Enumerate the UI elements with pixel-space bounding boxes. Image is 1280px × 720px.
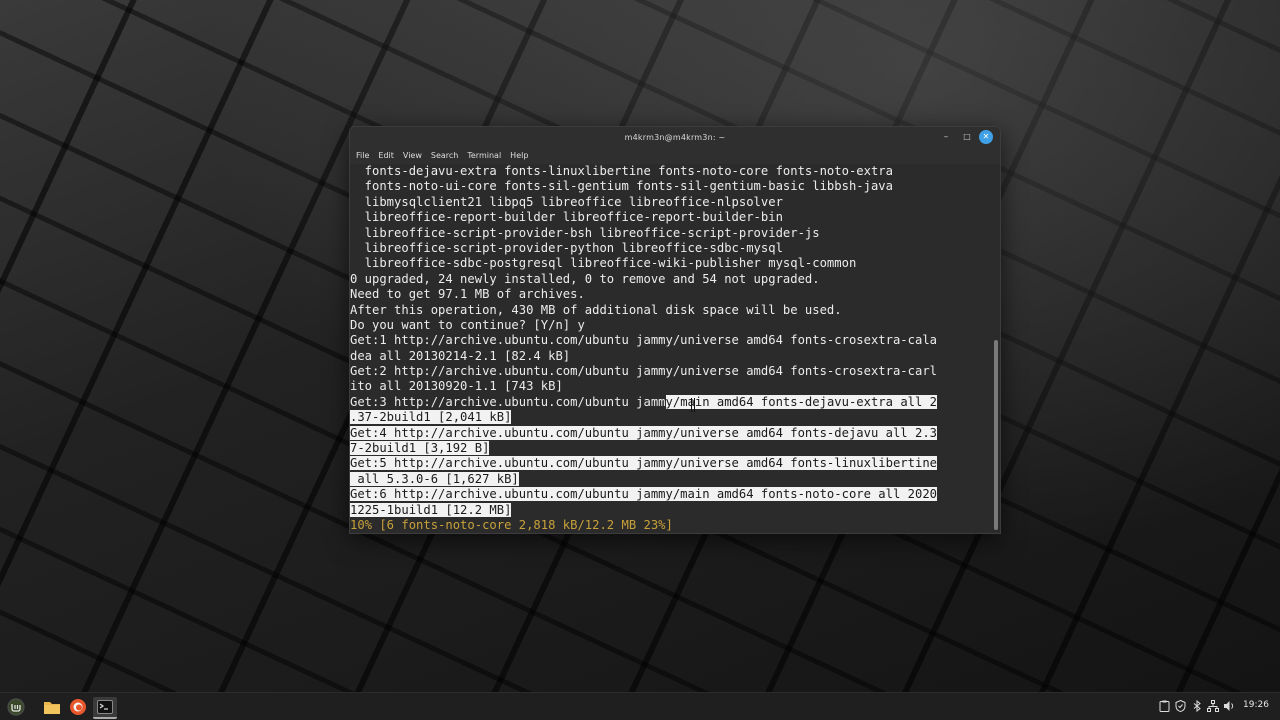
selected-text: y/main amd64 fonts-dejavu-extra all 2 [665, 394, 938, 409]
terminal-line: libreoffice-script-provider-bsh libreoff… [350, 226, 992, 241]
menu-bar: File Edit View Search Terminal Help [350, 147, 1000, 164]
menu-terminal[interactable]: Terminal [467, 151, 501, 160]
bluetooth-icon[interactable] [1190, 699, 1204, 713]
terminal-line: ito all 20130920-1.1 [743 kB] [350, 379, 992, 394]
selected-text: 1225-1build1 [12.2 MB] [350, 502, 512, 517]
terminal-line: Get:6 http://archive.ubuntu.com/ubuntu j… [350, 487, 992, 502]
terminal-window[interactable]: m4krm3n@m4krm3n: ~ – □ ✕ File Edit View … [349, 126, 1001, 534]
firefox-icon[interactable] [68, 697, 88, 717]
terminal-line: 7-2build1 [3,192 B] [350, 441, 992, 456]
menu-file[interactable]: File [356, 151, 369, 160]
clock[interactable]: 19:26 [1243, 700, 1269, 710]
output-text: fonts-dejavu-extra fonts-linuxlibertine … [350, 164, 893, 178]
text-cursor-icon [691, 398, 695, 412]
selected-text: .37-2build1 [2,041 kB] [350, 410, 512, 425]
selected-text: all 5.3.0-6 [1,627 kB] [350, 471, 519, 486]
selected-text: Get:6 http://archive.ubuntu.com/ubuntu j… [350, 487, 937, 502]
output-text: libreoffice-script-provider-python libre… [350, 240, 783, 255]
terminal-line: libreoffice-report-builder libreoffice-r… [350, 210, 992, 225]
close-button[interactable]: ✕ [979, 130, 993, 144]
terminal-line: Get:5 http://archive.ubuntu.com/ubuntu j… [350, 456, 992, 471]
output-text: libreoffice-script-provider-bsh libreoff… [350, 225, 820, 240]
window-title: m4krm3n@m4krm3n: ~ [624, 132, 726, 142]
terminal-line: Get:1 http://archive.ubuntu.com/ubuntu j… [350, 333, 992, 348]
output-text: libreoffice-report-builder libreoffice-r… [350, 210, 783, 225]
minimize-button[interactable]: – [939, 130, 953, 144]
network-icon[interactable] [1206, 699, 1220, 713]
output-text: Do you want to continue? [Y/n] y [350, 317, 585, 332]
selected-text: Get:5 http://archive.ubuntu.com/ubuntu j… [350, 456, 937, 471]
terminal-line: After this operation, 430 MB of addition… [350, 303, 992, 318]
progress-line: 10% [6 fonts-noto-core 2,818 kB/12.2 MB … [350, 518, 992, 533]
output-text: Need to get 97.1 MB of archives. [350, 287, 585, 302]
taskbar: 19:26 [0, 692, 1280, 720]
output-text: ito all 20130920-1.1 [743 kB] [350, 379, 563, 394]
terminal-line: all 5.3.0-6 [1,627 kB] [350, 471, 992, 487]
output-text: Get:1 http://archive.ubuntu.com/ubuntu j… [350, 333, 937, 348]
output-text: libreoffice-sdbc-postgresql libreoffice-… [350, 256, 857, 271]
terminal-line: 0 upgraded, 24 newly installed, 0 to rem… [350, 272, 992, 287]
output-text: fonts-noto-ui-core fonts-sil-gentium fon… [350, 179, 893, 194]
terminal-line: Get:4 http://archive.ubuntu.com/ubuntu j… [350, 425, 992, 441]
output-text: libmysqlclient21 libpq5 libreoffice libr… [350, 194, 783, 209]
menu-edit[interactable]: Edit [378, 151, 394, 160]
maximize-button[interactable]: □ [960, 130, 974, 144]
clipboard-icon[interactable] [1157, 699, 1171, 713]
selected-text: 7-2build1 [3,192 B] [350, 441, 490, 456]
title-bar[interactable]: m4krm3n@m4krm3n: ~ – □ ✕ [350, 127, 1000, 147]
terminal-line: libreoffice-script-provider-python libre… [350, 241, 992, 256]
terminal-line: Do you want to continue? [Y/n] y [350, 318, 992, 333]
output-text: Get:3 http://archive.ubuntu.com/ubuntu j… [350, 394, 666, 409]
scrollbar-thumb[interactable] [994, 340, 998, 530]
terminal-line: fonts-noto-ui-core fonts-sil-gentium fon… [350, 179, 992, 194]
terminal-line: fonts-dejavu-extra fonts-linuxlibertine … [350, 164, 992, 179]
output-text: 10% [6 fonts-noto-core 2,818 kB/12.2 MB … [350, 517, 673, 532]
terminal-output[interactable]: fonts-dejavu-extra fonts-linuxlibertine … [350, 164, 992, 533]
menu-view[interactable]: View [403, 151, 422, 160]
linux-mint-icon[interactable] [6, 697, 26, 717]
terminal-line: .37-2build1 [2,041 kB] [350, 410, 992, 425]
terminal-line: 1225-1build1 [12.2 MB] [350, 502, 992, 518]
menu-search[interactable]: Search [431, 151, 458, 160]
terminal-line: Need to get 97.1 MB of archives. [350, 287, 992, 302]
terminal-line: dea all 20130214-2.1 [82.4 kB] [350, 349, 992, 364]
terminal-icon[interactable] [93, 697, 117, 719]
menu-help[interactable]: Help [510, 151, 528, 160]
terminal-line: libmysqlclient21 libpq5 libreoffice libr… [350, 195, 992, 210]
output-text: After this operation, 430 MB of addition… [350, 302, 842, 317]
volume-icon[interactable] [1222, 699, 1236, 713]
terminal-line: Get:3 http://archive.ubuntu.com/ubuntu j… [350, 394, 992, 410]
output-text: 0 upgraded, 24 newly installed, 0 to rem… [350, 271, 820, 286]
shield-icon[interactable] [1173, 699, 1187, 713]
terminal-line: libreoffice-sdbc-postgresql libreoffice-… [350, 256, 992, 271]
scrollbar[interactable] [992, 164, 1000, 533]
output-text: Get:2 http://archive.ubuntu.com/ubuntu j… [350, 364, 937, 379]
folder-icon[interactable] [42, 697, 62, 717]
output-text: dea all 20130214-2.1 [82.4 kB] [350, 348, 571, 363]
terminal-line: Get:2 http://archive.ubuntu.com/ubuntu j… [350, 364, 992, 379]
selected-text: Get:4 http://archive.ubuntu.com/ubuntu j… [350, 425, 937, 440]
